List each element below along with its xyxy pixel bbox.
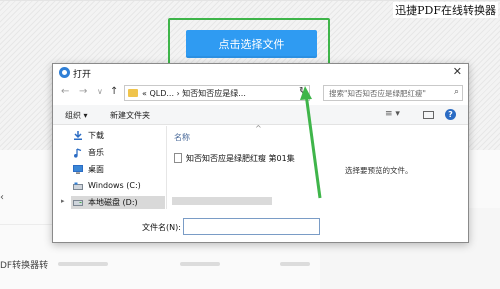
navigation-pane: 下载 音乐 桌面 Windows (C:) ▸ 本地磁盘 (D:) — [53, 126, 167, 209]
organize-button[interactable]: 组织 ▾ — [65, 110, 88, 121]
up-arrow-icon[interactable]: ↑ — [110, 86, 118, 97]
horizontal-scrollbar[interactable] — [172, 197, 272, 205]
search-placeholder: 搜索"知否知否应是绿肥红瘦" — [329, 89, 426, 98]
sidebar-item-label: 桌面 — [88, 165, 104, 174]
preview-pane-icon[interactable] — [423, 111, 434, 119]
new-folder-button[interactable]: 新建文件夹 — [110, 110, 150, 121]
file-name: 知否知否应是绿肥红瘦 第01集 — [186, 154, 295, 163]
blurred-text — [280, 262, 310, 266]
dialog-toolbar: 组织 ▾ 新建文件夹 ≡ ▾ ? — [53, 105, 468, 125]
sidebar-item-label: 下载 — [88, 131, 104, 140]
sidebar-item-desktop[interactable]: 桌面 — [71, 163, 165, 176]
preview-message: 选择要预览的文件。 — [345, 166, 413, 175]
forward-arrow-icon[interactable]: → — [79, 86, 87, 97]
filename-field[interactable] — [183, 218, 320, 235]
column-header-name[interactable]: 名称 — [174, 132, 190, 143]
search-icon[interactable]: ⌕ — [454, 87, 459, 97]
sort-ascending-icon: ^ — [255, 124, 262, 133]
address-bar[interactable]: « QLD... › 知否知否应是绿... ∨ — [124, 85, 310, 101]
refresh-icon[interactable]: ↻ — [299, 86, 310, 100]
download-icon — [73, 131, 83, 140]
music-icon — [73, 148, 83, 158]
sidebar-item-music[interactable]: 音乐 — [71, 146, 165, 159]
file-row[interactable]: 知否知否应是绿肥红瘦 第01集 — [172, 152, 317, 165]
sidebar-item-downloads[interactable]: 下载 — [71, 129, 165, 142]
folder-icon — [128, 89, 138, 97]
file-icon — [174, 153, 182, 163]
close-icon[interactable]: ✕ — [453, 65, 462, 78]
recent-locations-icon[interactable]: ∨ — [97, 87, 103, 96]
dialog-title: 打开 — [73, 70, 92, 80]
sidebar-item-label: 音乐 — [88, 148, 104, 157]
app-icon — [59, 67, 70, 78]
expand-icon[interactable]: ▸ — [61, 197, 65, 205]
file-list: ^ 名称 知否知否应是绿肥红瘦 第01集 — [168, 124, 318, 209]
page-footer-text: DF转换器转 — [0, 261, 49, 271]
blurred-text — [58, 262, 108, 266]
search-input[interactable]: 搜索"知否知否应是绿肥红瘦" ⌕ — [323, 85, 463, 101]
upload-button[interactable]: 点击选择文件 — [186, 30, 317, 58]
brand-text: 迅捷PDF在线转换器 — [393, 2, 498, 18]
sidebar-item-label: 本地磁盘 (D:) — [88, 198, 138, 207]
view-options-icon[interactable]: ≡ ▾ — [385, 109, 400, 119]
desktop-icon — [73, 165, 83, 174]
sidebar-item-label: Windows (C:) — [88, 181, 141, 190]
filename-label: 文件名(N): — [142, 223, 181, 232]
blurred-text — [180, 262, 220, 266]
sidebar-item-windows-c[interactable]: Windows (C:) — [71, 180, 165, 193]
open-file-dialog: 打开 ✕ ← → ∨ ↑ « QLD... › 知否知否应是绿... ∨ ↻ 搜… — [52, 63, 469, 243]
address-path: « QLD... › 知否知否应是绿... — [142, 89, 246, 98]
help-icon[interactable]: ? — [445, 109, 456, 120]
sidebar-item-local-disk-d[interactable]: ▸ 本地磁盘 (D:) — [61, 196, 165, 209]
drive-icon — [73, 198, 83, 207]
carousel-prev-icon[interactable]: ‹ — [0, 192, 4, 203]
dialog-titlebar: 打开 ✕ — [53, 64, 468, 81]
back-arrow-icon[interactable]: ← — [61, 86, 69, 97]
navigation-bar: ← → ∨ ↑ « QLD... › 知否知否应是绿... ∨ ↻ 搜索"知否知… — [53, 82, 468, 104]
drive-icon — [73, 182, 83, 191]
